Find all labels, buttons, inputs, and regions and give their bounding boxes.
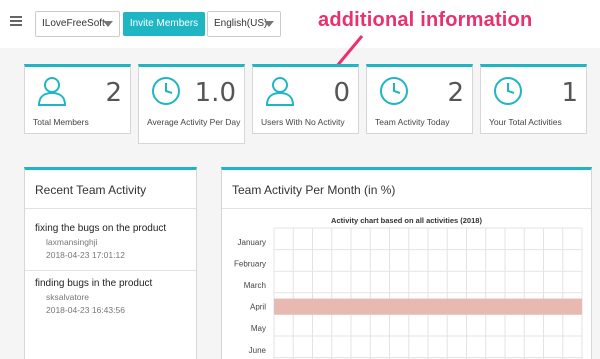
team-select[interactable]: ILoveFreeSoft	[35, 11, 120, 37]
y-tick-label: April	[250, 303, 266, 312]
stat-value: 2	[447, 78, 464, 108]
stat-label: Your Total Activities	[489, 117, 562, 127]
language-select[interactable]: English(US)	[207, 11, 281, 37]
clock-icon	[152, 77, 180, 105]
chevron-down-icon	[264, 21, 274, 27]
chevron-down-icon	[103, 21, 113, 27]
clock-icon	[494, 77, 522, 105]
activity-item[interactable]: finding bugs in the product sksalvatore …	[35, 278, 152, 315]
y-tick-label: January	[238, 238, 266, 247]
activity-item[interactable]: fixing the bugs on the product laxmansin…	[35, 223, 166, 260]
divider	[25, 270, 196, 271]
divider	[25, 208, 196, 209]
language-select-value: English(US)	[214, 18, 268, 29]
activity-title: finding bugs in the product	[35, 278, 153, 289]
stat-label: Team Activity Today	[375, 117, 450, 127]
y-tick-label: March	[244, 281, 266, 290]
monthly-activity-panel: Team Activity Per Month (in %) Activity …	[221, 167, 592, 359]
team-select-value: ILoveFreeSoft	[42, 18, 105, 29]
stat-card-no-activity: 0 Users With No Activity	[252, 64, 359, 134]
activity-user: sksalvatore	[46, 292, 89, 302]
user-icon	[37, 77, 67, 106]
stat-value: 1.0	[194, 78, 236, 108]
stat-card-total-members: 2 Total Members	[24, 64, 131, 134]
stat-label: Users With No Activity	[261, 117, 345, 127]
y-tick-label: June	[249, 346, 267, 355]
recent-activity-panel: Recent Team Activity fixing the bugs on …	[24, 167, 197, 359]
activity-time: 2018-04-23 17:01:12	[46, 250, 125, 260]
activity-time: 2018-04-23 16:43:56	[46, 305, 125, 315]
y-tick-label: May	[251, 324, 266, 333]
invite-members-button[interactable]: Invite Members	[123, 12, 205, 36]
stat-label: Average Activity Per Day	[147, 117, 241, 127]
activity-user: laxmansinghji	[46, 237, 98, 247]
stat-label: Total Members	[33, 117, 89, 127]
bar	[274, 298, 582, 315]
y-tick-label: February	[234, 259, 266, 268]
activity-title: fixing the bugs on the product	[35, 223, 167, 234]
stat-card-total-activities: 1 Your Total Activities	[480, 64, 587, 134]
stat-value: 0	[333, 78, 350, 108]
annotation-text: additional information	[318, 9, 533, 31]
stat-card-average-activity: 1.0 Average Activity Per Day	[138, 64, 245, 144]
activity-chart: January February March April May June	[234, 227, 583, 359]
stat-value: 2	[105, 78, 122, 108]
stat-value: 1	[561, 78, 578, 108]
clock-icon	[380, 77, 408, 105]
panel-title: Recent Team Activity	[35, 183, 147, 197]
user-icon	[265, 77, 295, 106]
menu-icon[interactable]	[10, 16, 22, 26]
stat-card-activity-today: 2 Team Activity Today	[366, 64, 473, 134]
